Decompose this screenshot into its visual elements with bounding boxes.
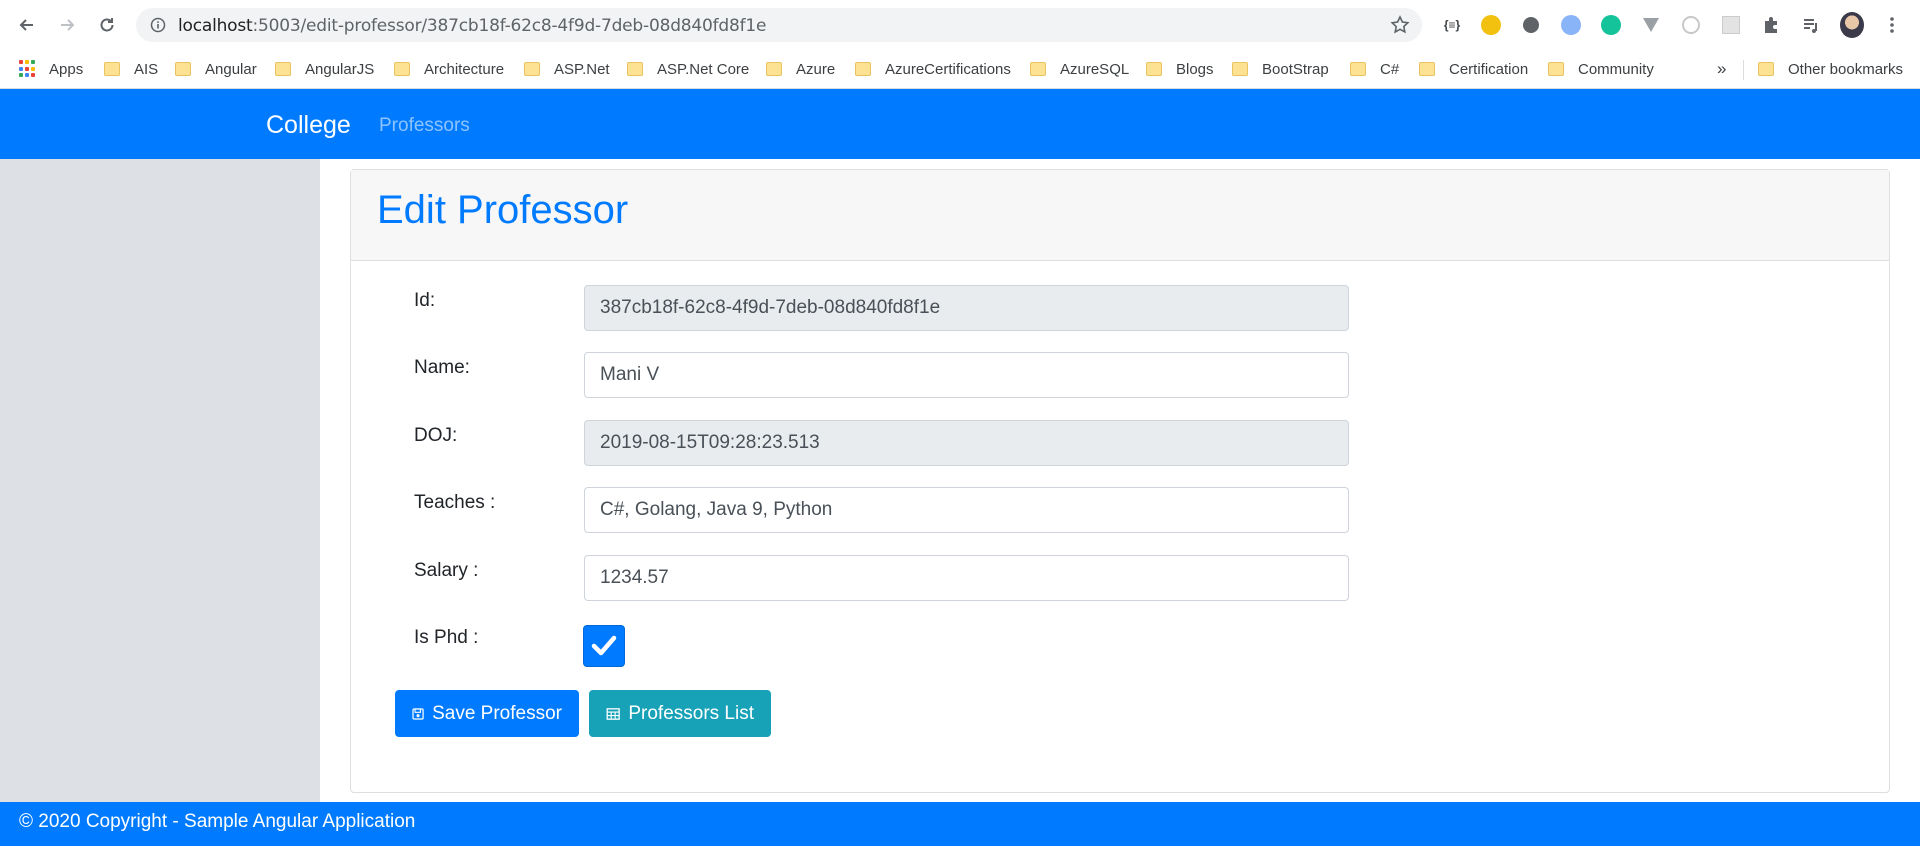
info-icon[interactable]	[150, 17, 166, 33]
page-title: Edit Professor	[377, 188, 629, 232]
folder-icon	[855, 62, 871, 76]
reload-button[interactable]	[93, 11, 121, 39]
forward-button[interactable]	[53, 11, 81, 39]
back-button[interactable]	[13, 11, 41, 39]
folder-icon	[275, 62, 291, 76]
vue-icon[interactable]	[1639, 13, 1663, 37]
bookmark-folder[interactable]: Blogs	[1146, 50, 1214, 88]
puzzle-icon[interactable]	[1759, 13, 1783, 37]
folder-icon	[1146, 62, 1162, 76]
target-icon[interactable]	[1679, 13, 1703, 37]
profile-avatar[interactable]	[1840, 12, 1864, 38]
folder-icon	[524, 62, 540, 76]
teaches-field[interactable]: C#, Golang, Java 9, Python	[584, 487, 1349, 533]
teaches-label: Teaches :	[414, 492, 496, 513]
salary-label: Salary :	[414, 560, 479, 581]
reload-icon	[100, 18, 114, 32]
folder-icon	[1548, 62, 1564, 76]
playlist-icon[interactable]	[1799, 13, 1823, 37]
bookmark-folder[interactable]: Certification	[1419, 50, 1528, 88]
footer: © 2020 Copyright - Sample Angular Applic…	[0, 802, 1920, 846]
folder-icon	[1758, 62, 1774, 76]
bookmarks-bar: Apps AIS Angular AngularJS Architecture …	[0, 50, 1920, 89]
bookmark-folder[interactable]: ASP.Net Core	[627, 50, 749, 88]
folder-icon	[627, 62, 643, 76]
grid-icon[interactable]	[1719, 13, 1743, 37]
bookmark-star-icon[interactable]	[1390, 15, 1410, 35]
folder-icon	[1419, 62, 1435, 76]
browser-toolbar: localhost:5003/edit-professor/387cb18f-6…	[0, 0, 1920, 50]
edit-professor-card: Edit Professor	[350, 169, 1890, 793]
folder-icon	[1030, 62, 1046, 76]
apps-grid-icon	[19, 60, 37, 78]
other-bookmarks[interactable]: Other bookmarks	[1758, 50, 1903, 88]
bookmark-folder[interactable]: ASP.Net	[524, 50, 610, 88]
arrow-right-icon	[61, 19, 75, 31]
folder-icon	[175, 62, 191, 76]
pen-icon[interactable]	[1559, 13, 1583, 37]
bookmark-folder[interactable]: Angular	[175, 50, 257, 88]
card-header: Edit Professor	[351, 170, 1889, 261]
isphd-checkbox[interactable]	[583, 625, 625, 667]
json-viewer-icon[interactable]: {≡}	[1440, 13, 1464, 37]
footer-copyright: © 2020 Copyright - Sample Angular Applic…	[19, 811, 416, 832]
id-field[interactable]: 387cb18f-62c8-4f9d-7deb-08d840fd8f1e	[584, 285, 1349, 331]
name-label: Name:	[414, 357, 470, 378]
bookmark-folder[interactable]: AzureSQL	[1030, 50, 1129, 88]
bookmark-folder[interactable]: Community	[1548, 50, 1654, 88]
bookmark-folder[interactable]: AzureCertifications	[855, 50, 1011, 88]
professors-list-button[interactable]: Professors List	[589, 690, 771, 737]
navbar-brand[interactable]: College	[266, 111, 351, 140]
url-text[interactable]: localhost:5003/edit-professor/387cb18f-6…	[178, 16, 766, 36]
folder-icon	[766, 62, 782, 76]
more-menu-icon[interactable]	[1880, 13, 1904, 37]
arrow-left-icon	[19, 19, 33, 31]
bookmark-folder[interactable]: BootStrap	[1232, 50, 1329, 88]
table-icon	[606, 707, 620, 720]
circle-icon[interactable]	[1519, 13, 1543, 37]
bookmark-apps[interactable]: Apps	[19, 50, 83, 88]
isphd-label: Is Phd :	[414, 627, 479, 648]
doj-field[interactable]: 2019-08-15T09:28:23.513	[584, 420, 1349, 466]
folder-icon	[394, 62, 410, 76]
nav-link-professors[interactable]: Professors	[379, 115, 470, 137]
address-bar[interactable]: localhost:5003/edit-professor/387cb18f-6…	[136, 8, 1422, 42]
bookmark-folder[interactable]: Architecture	[394, 50, 504, 88]
folder-icon	[104, 62, 120, 76]
folder-icon	[1232, 62, 1248, 76]
more-bookmarks-button[interactable]: »	[1717, 50, 1726, 88]
doj-label: DOJ:	[414, 425, 458, 446]
bookmark-folder[interactable]: AIS	[104, 50, 158, 88]
app-navbar: College Professors	[0, 89, 1920, 159]
floppy-disk-icon	[412, 707, 424, 720]
bookmark-folder[interactable]: Azure	[766, 50, 835, 88]
save-professor-button[interactable]: Save Professor	[395, 690, 579, 737]
bookmark-folder[interactable]: AngularJS	[275, 50, 374, 88]
salary-field[interactable]: 1234.57	[584, 555, 1349, 601]
moon-icon[interactable]	[1479, 13, 1503, 37]
bookmark-folder[interactable]: C#	[1350, 50, 1399, 88]
name-field[interactable]: Mani V	[584, 352, 1349, 398]
grammarly-icon[interactable]	[1599, 13, 1623, 37]
checkmark-icon	[591, 635, 617, 656]
id-label: Id:	[414, 290, 436, 311]
bookmark-divider	[1743, 60, 1744, 80]
sidebar	[0, 159, 320, 802]
folder-icon	[1350, 62, 1366, 76]
